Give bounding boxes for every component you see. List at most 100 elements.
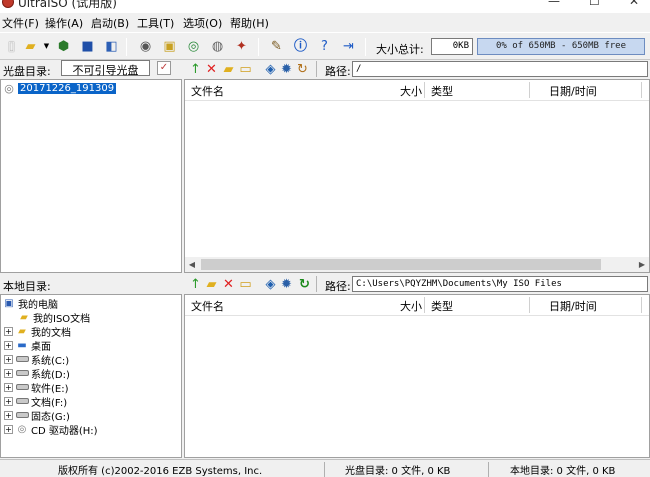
local-settings-gear-icon[interactable]: ✹ xyxy=(278,276,295,293)
properties-icon[interactable]: ✎ xyxy=(268,38,285,55)
disc-tree-panel: ◎ 20171226_191309 xyxy=(0,79,182,273)
column-type[interactable]: 类型 xyxy=(431,295,453,315)
tree-node-drive-c[interactable]: + 系统(C:) xyxy=(4,352,69,367)
expand-icon[interactable]: + xyxy=(4,354,13,364)
scroll-right-icon[interactable]: ▶ xyxy=(635,257,649,272)
close-button[interactable]: ✕ xyxy=(629,0,639,8)
expand-icon[interactable]: + xyxy=(4,382,13,392)
column-size[interactable]: 大小 xyxy=(400,295,422,315)
menu-bootable[interactable]: 启动(B) xyxy=(91,15,129,31)
tree-node-my-iso-docs[interactable]: ▰ 我的ISO文档 xyxy=(17,310,91,325)
open-folder-icon[interactable]: ▰ xyxy=(22,38,39,55)
cd-disc-icon: ◎ xyxy=(4,81,14,95)
column-size[interactable]: 大小 xyxy=(400,80,422,100)
burn-cd-icon[interactable]: ◉ xyxy=(137,38,154,55)
local-go-up-icon[interactable]: ↑ xyxy=(187,276,204,293)
main-toolbar: ▯ ▰ ▼ ⬢ ■ ◧ ◉ ▣ ◎ ◍ ✦ ✎ ⓘ ? ⇥ 大小总计: 0KB … xyxy=(0,32,650,60)
local-new-folder-icon[interactable]: ▰ xyxy=(203,276,220,293)
local-file-list: 文件名 大小 类型 日期/时间 xyxy=(184,294,650,458)
column-datetime[interactable]: 日期/时间 xyxy=(549,80,597,100)
local-refresh-icon[interactable]: ↻ xyxy=(296,276,313,293)
mount-virtual-drive-icon[interactable]: ◍ xyxy=(209,38,226,55)
tree-node-desktop[interactable]: + ▬ 桌面 xyxy=(4,338,51,353)
tree-node-my-documents[interactable]: + ▰ 我的文档 xyxy=(4,324,71,339)
boot-type-field[interactable]: 不可引导光盘 xyxy=(61,60,150,77)
size-total-value: 0KB xyxy=(431,38,473,55)
info-icon[interactable]: ⓘ xyxy=(292,38,309,55)
extract-icon[interactable]: ⬢ xyxy=(55,38,72,55)
minimize-button[interactable]: — xyxy=(548,0,560,8)
local-summary-text: 本地目录: 0 文件, 0 KB xyxy=(510,466,616,477)
tree-label: CD 驱动器(H:) xyxy=(31,425,98,437)
local-pane-header: 本地目录: ↑ ▰ ✕ ▭ ◈ ✹ ↻ 路径: C:\Users\PQYZHM\… xyxy=(0,275,650,294)
tree-node-computer[interactable]: ▣ 我的电脑 xyxy=(2,296,58,311)
expand-icon[interactable]: + xyxy=(4,396,13,406)
folder-icon: ▰ xyxy=(20,311,28,323)
disc-pane-header: 光盘目录: 不可引导光盘 ✓ ↑ ✕ ▰ ▭ ◈ ✹ ↻ 路径: / xyxy=(0,60,650,79)
rename-icon[interactable]: ▭ xyxy=(237,61,254,78)
boot-properties-icon[interactable]: ✓ xyxy=(157,61,171,75)
disc-root-node[interactable]: ◎ 20171226_191309 xyxy=(2,81,117,95)
menu-bar: 文件(F) 操作(A) 启动(B) 工具(T) 选项(O) 帮助(H) xyxy=(0,13,650,31)
drive-icon xyxy=(15,368,29,379)
menu-tools[interactable]: 工具(T) xyxy=(137,15,174,31)
tools-icon[interactable]: ✦ xyxy=(233,38,250,55)
delete-icon[interactable]: ✕ xyxy=(203,61,220,78)
folder-icon: ▰ xyxy=(18,325,26,337)
ultraiso-app-icon xyxy=(2,0,14,8)
tree-node-drive-e[interactable]: + 软件(E:) xyxy=(4,380,69,395)
local-path-field[interactable]: C:\Users\PQYZHM\Documents\My ISO Files xyxy=(352,276,648,292)
compress-image-icon[interactable]: ◎ xyxy=(185,38,202,55)
tree-label: 我的电脑 xyxy=(18,299,58,311)
exit-icon[interactable]: ⇥ xyxy=(340,38,357,55)
menu-options[interactable]: 选项(O) xyxy=(183,15,222,31)
save-icon[interactable]: ■ xyxy=(79,38,96,55)
disc-root-label: 20171226_191309 xyxy=(18,82,117,94)
size-total-label: 大小总计: xyxy=(376,43,424,56)
maximize-button[interactable]: ☐ xyxy=(589,0,600,8)
local-view-icon[interactable]: ◈ xyxy=(262,276,279,293)
view-icon[interactable]: ◈ xyxy=(262,61,279,78)
go-up-arrow-icon[interactable]: ↑ xyxy=(187,61,204,78)
menu-help[interactable]: 帮助(H) xyxy=(230,15,269,31)
drive-icon xyxy=(15,382,29,393)
disc-path-field[interactable]: / xyxy=(352,61,648,77)
expand-icon[interactable]: + xyxy=(4,326,13,336)
local-tree-panel: ▣ 我的电脑 ▰ 我的ISO文档 + ▰ 我的文档 + ▬ 桌面 + 系统(C:… xyxy=(0,294,182,458)
tree-node-drive-f[interactable]: + 文档(F:) xyxy=(4,394,67,409)
column-type[interactable]: 类型 xyxy=(431,80,453,100)
refresh-icon[interactable]: ↻ xyxy=(294,61,311,78)
menu-actions[interactable]: 操作(A) xyxy=(45,15,83,31)
help-icon[interactable]: ? xyxy=(316,38,333,55)
menu-file[interactable]: 文件(F) xyxy=(2,15,39,31)
make-image-icon[interactable]: ▣ xyxy=(161,38,178,55)
new-folder-icon[interactable]: ▰ xyxy=(220,61,237,78)
tree-label: 我的文档 xyxy=(31,327,71,339)
tree-node-drive-d[interactable]: + 系统(D:) xyxy=(4,366,70,381)
tree-node-drive-g[interactable]: + 固态(G:) xyxy=(4,408,70,423)
column-filename[interactable]: 文件名 xyxy=(191,295,224,315)
tree-node-cd-drive-h[interactable]: + ◎ CD 驱动器(H:) xyxy=(4,422,98,437)
disc-horizontal-scrollbar[interactable]: ◀ ▶ xyxy=(185,257,649,272)
scrollbar-thumb[interactable] xyxy=(201,259,601,270)
column-filename[interactable]: 文件名 xyxy=(191,80,224,100)
local-delete-icon[interactable]: ✕ xyxy=(220,276,237,293)
expand-icon[interactable]: + xyxy=(4,410,13,420)
expand-icon[interactable]: + xyxy=(4,368,13,378)
open-dropdown-chevron-icon[interactable]: ▼ xyxy=(38,38,55,55)
new-file-icon[interactable]: ▯ xyxy=(3,38,20,55)
expand-icon[interactable]: + xyxy=(4,424,13,434)
title-bar[interactable]: UltraISO (试用版) — ☐ ✕ xyxy=(0,0,650,13)
tree-label: 我的ISO文档 xyxy=(33,313,91,325)
local-rename-icon[interactable]: ▭ xyxy=(237,276,254,293)
column-datetime[interactable]: 日期/时间 xyxy=(549,295,597,315)
tree-label: 桌面 xyxy=(31,341,51,353)
save-as-icon[interactable]: ◧ xyxy=(103,38,120,55)
disc-file-list: 文件名 大小 类型 日期/时间 ◀ ▶ xyxy=(184,79,650,273)
status-bar: 版权所有 (c)2002-2016 EZB Systems, Inc. 光盘目录… xyxy=(0,459,650,477)
scroll-left-icon[interactable]: ◀ xyxy=(185,257,199,272)
expand-icon[interactable]: + xyxy=(4,340,13,350)
settings-gear-icon[interactable]: ✹ xyxy=(278,61,295,78)
desktop-icon: ▬ xyxy=(17,339,27,351)
tree-label: 系统(D:) xyxy=(31,369,70,381)
